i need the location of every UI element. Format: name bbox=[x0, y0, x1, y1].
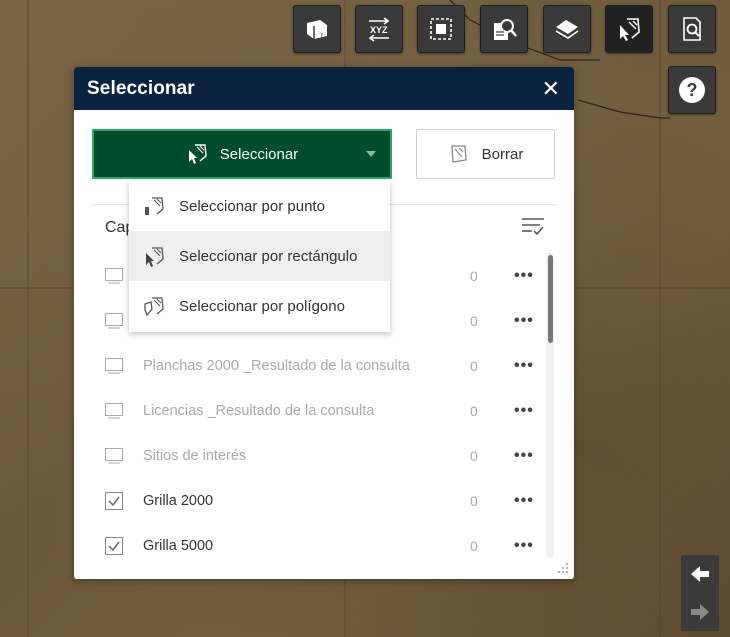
menu-item-label: Seleccionar por polígono bbox=[179, 297, 345, 315]
layer-count: 0 bbox=[470, 402, 478, 419]
previous-extent-button[interactable] bbox=[681, 555, 719, 593]
menu-item-select-by-rectangle[interactable]: Seleccionar por rectángulo bbox=[129, 231, 390, 281]
doc-magnifier-icon bbox=[683, 17, 701, 41]
clear-button-label: Borrar bbox=[481, 145, 524, 163]
query-tool-button[interactable] bbox=[668, 5, 716, 53]
more-options-icon[interactable]: ••• bbox=[514, 447, 534, 465]
caret-down-icon bbox=[366, 151, 376, 157]
menu-item-select-by-point[interactable]: Seleccionar por punto bbox=[129, 181, 390, 231]
filter-checked-icon[interactable] bbox=[520, 215, 546, 239]
layer-row[interactable]: Grilla 5000 0 ••• bbox=[74, 523, 544, 568]
layer-count: 0 bbox=[470, 267, 478, 284]
next-extent-button[interactable] bbox=[681, 593, 719, 631]
extent-tool-button[interactable] bbox=[417, 5, 465, 53]
layer-count: 0 bbox=[470, 312, 478, 329]
layer-label: Grilla 5000 bbox=[143, 537, 214, 554]
menu-item-label: Seleccionar por rectángulo bbox=[179, 247, 358, 265]
layer-label: Grilla 2000 bbox=[143, 492, 214, 509]
select-rectangle-icon bbox=[146, 247, 164, 267]
panel-header: Seleccionar ✕ bbox=[74, 67, 574, 110]
layer-count: 0 bbox=[470, 492, 478, 509]
xyz-coordinates-button[interactable]: XYZ bbox=[355, 5, 403, 53]
more-options-icon[interactable]: ••• bbox=[514, 402, 534, 420]
map-envelope-icon: ℓ bbox=[307, 20, 327, 40]
layer-label: Licencias _Resultado de la consulta bbox=[143, 402, 375, 419]
layer-row[interactable]: Sitios de interés 0 ••• bbox=[74, 433, 544, 478]
clear-button[interactable]: Borrar bbox=[416, 129, 555, 179]
layer-toggle-icon[interactable] bbox=[105, 402, 123, 419]
help-button[interactable]: ? bbox=[668, 66, 716, 114]
search-document-button[interactable] bbox=[480, 5, 528, 53]
more-options-icon[interactable]: ••• bbox=[514, 357, 534, 375]
scrollbar-thumb[interactable] bbox=[548, 255, 553, 343]
select-mode-menu: Seleccionar por punto Seleccionar por re… bbox=[129, 181, 390, 332]
layer-row[interactable]: Licencias _Resultado de la consulta 0 ••… bbox=[74, 388, 544, 433]
layer-label: Sitios de interés bbox=[143, 447, 247, 464]
dashed-square-icon bbox=[430, 18, 452, 40]
menu-item-select-by-polygon[interactable]: Seleccionar por polígono bbox=[129, 281, 390, 331]
more-options-icon[interactable]: ••• bbox=[514, 537, 534, 555]
document-search-icon bbox=[494, 19, 517, 40]
more-options-icon[interactable]: ••• bbox=[514, 492, 534, 510]
layer-toggle-icon[interactable] bbox=[105, 447, 123, 464]
resize-handle-icon[interactable] bbox=[557, 562, 569, 574]
panel-title: Seleccionar bbox=[87, 77, 195, 99]
select-button-label: Seleccionar bbox=[219, 145, 299, 163]
layers-tool-button[interactable] bbox=[543, 5, 591, 53]
more-options-icon[interactable]: ••• bbox=[514, 312, 534, 330]
select-mode-button[interactable]: Seleccionar bbox=[92, 129, 392, 179]
help-icon: ? bbox=[679, 77, 705, 103]
select-point-icon bbox=[145, 197, 164, 215]
layers-icon bbox=[555, 20, 579, 39]
select-cursor-icon bbox=[620, 18, 640, 41]
extent-navigation bbox=[681, 555, 719, 631]
select-polygon-icon bbox=[144, 297, 164, 317]
layer-count: 0 bbox=[470, 447, 478, 464]
layer-count: 0 bbox=[470, 357, 478, 374]
svg-text:XYZ: XYZ bbox=[370, 25, 388, 35]
arrow-right-icon bbox=[691, 604, 709, 620]
layer-label: Planchas 2000 _Resultado de la consulta bbox=[143, 357, 410, 374]
layer-count: 0 bbox=[470, 537, 478, 554]
menu-item-label: Seleccionar por punto bbox=[179, 197, 325, 215]
more-options-icon[interactable]: ••• bbox=[514, 267, 534, 285]
layer-toggle-icon[interactable] bbox=[105, 312, 123, 329]
arrow-left-icon bbox=[691, 566, 709, 582]
checkbox-checked-icon[interactable] bbox=[105, 491, 123, 510]
layer-row[interactable]: Grilla 2000 0 ••• bbox=[74, 478, 544, 523]
xyz-swap-icon: XYZ bbox=[368, 17, 390, 42]
select-tool-button[interactable] bbox=[605, 5, 653, 53]
clear-selection-icon bbox=[450, 145, 467, 163]
layer-toggle-icon[interactable] bbox=[105, 267, 123, 284]
layer-row[interactable]: Planchas 2000 _Resultado de la consulta … bbox=[74, 343, 544, 388]
checkbox-checked-icon[interactable] bbox=[105, 536, 123, 555]
close-icon[interactable]: ✕ bbox=[542, 77, 560, 100]
select-cursor-icon bbox=[188, 144, 207, 164]
layer-toggle-icon[interactable] bbox=[105, 357, 123, 374]
map-mail-tool-button[interactable]: ℓ bbox=[293, 5, 341, 53]
